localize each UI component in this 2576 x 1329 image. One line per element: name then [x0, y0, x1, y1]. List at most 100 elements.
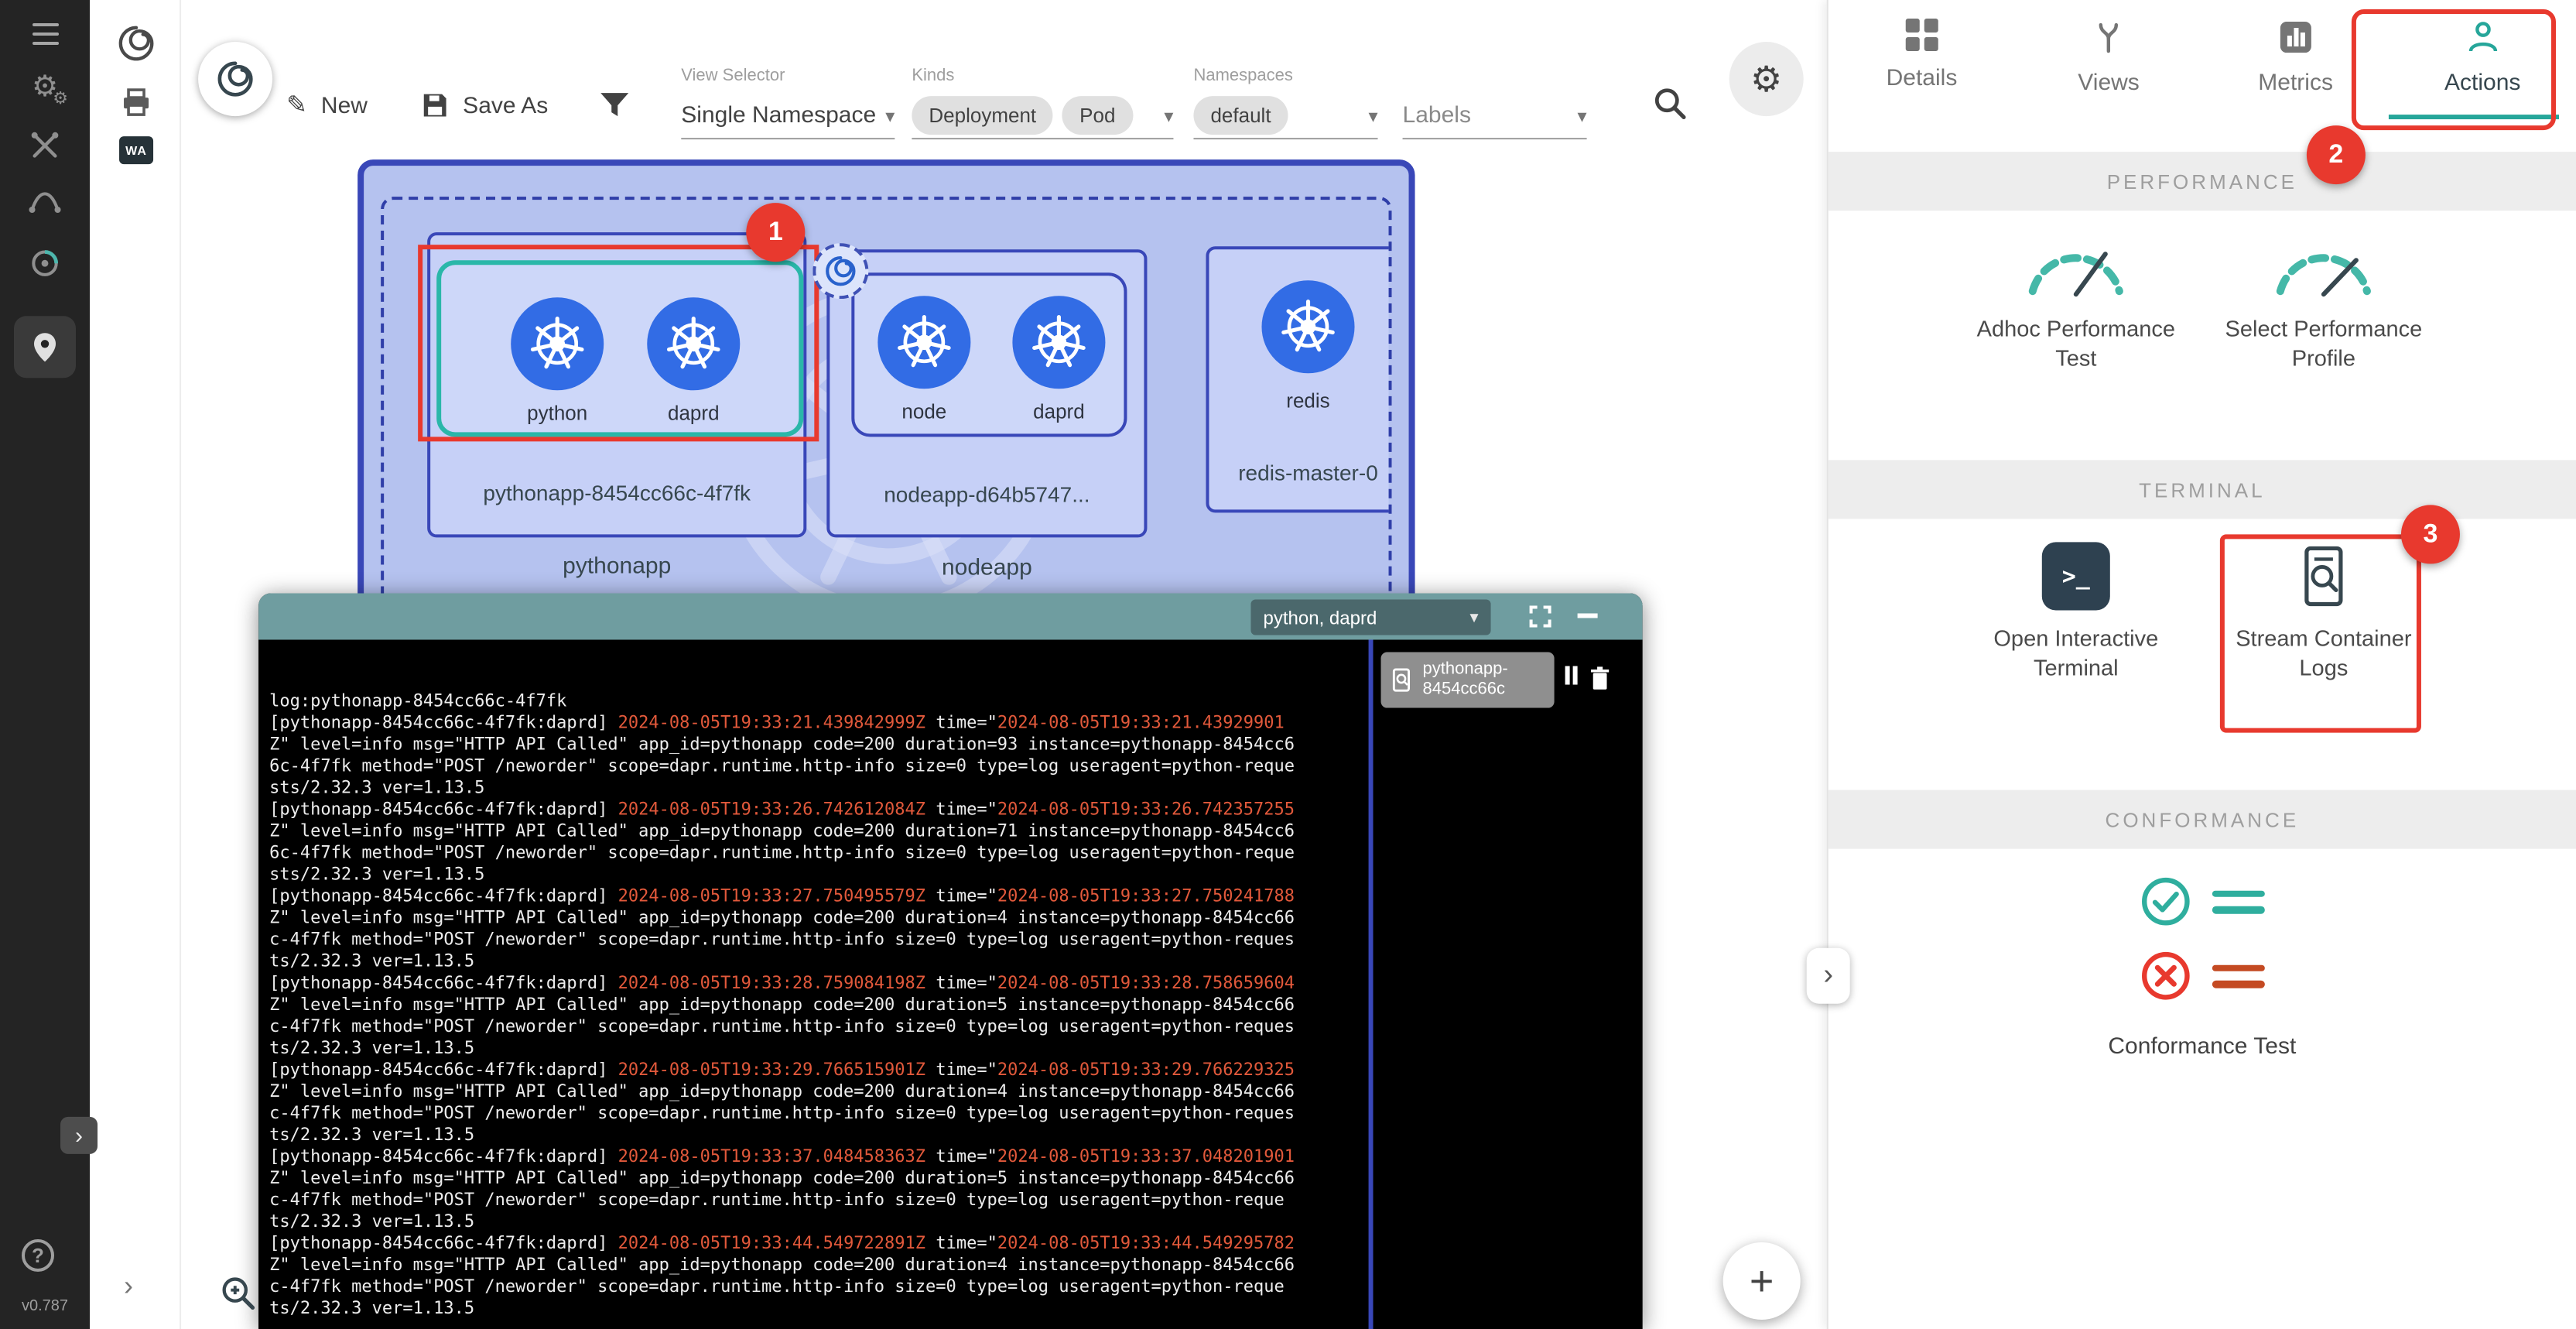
- action-label-line1: Select Performance: [2225, 316, 2423, 345]
- filter-icon[interactable]: [596, 87, 633, 124]
- dapr-spiral-icon[interactable]: [115, 22, 158, 65]
- printer-icon[interactable]: [115, 80, 158, 124]
- view-selector-dropdown[interactable]: Single Namespace ▾: [681, 93, 895, 139]
- select-performance-profile-button[interactable]: Select Performance Profile: [2169, 232, 2479, 375]
- settings-button[interactable]: ⚙: [1729, 42, 1804, 116]
- pod-box-nodeapp[interactable]: node daprd nodeapp-d64b5747...: [826, 249, 1147, 537]
- location-pin-icon[interactable]: [14, 316, 76, 378]
- terminal-log[interactable]: log:pythonapp-8454cc66c-4f7fk[pythonapp-…: [258, 639, 1368, 1329]
- settings-gears-icon[interactable]: ⚙ ⚙: [26, 68, 63, 105]
- log-line: c-4f7fk method="POST /neworder" scope=da…: [269, 930, 1357, 951]
- menu-icon[interactable]: [26, 15, 63, 53]
- gauge-icon: [2019, 232, 2133, 300]
- fullscreen-icon[interactable]: [1528, 604, 1553, 629]
- log-line: c-4f7fk method="POST /neworder" scope=da…: [269, 1016, 1357, 1038]
- log-zoom-icon[interactable]: [1309, 705, 1343, 739]
- action-label-line1: Adhoc Performance: [1977, 316, 2175, 345]
- help-icon[interactable]: ?: [22, 1239, 54, 1272]
- save-as-button[interactable]: Save As: [421, 84, 548, 127]
- view-selector-label: View Selector: [681, 67, 895, 87]
- pod-name: nodeapp-d64b5747...: [830, 481, 1144, 506]
- main-workspace: python daprd pythonapp-8454cc66c-4f7fk p…: [181, 0, 1827, 1329]
- tab-views[interactable]: Views: [2015, 0, 2202, 136]
- log-line: c-4f7fk method="POST /neworder" scope=da…: [269, 1103, 1357, 1125]
- pod-name: pythonapp-8454cc66c-4f7fk: [430, 480, 803, 505]
- action-label-line1: Open Interactive: [1993, 625, 2158, 655]
- kinds-control: Kinds Deployment Pod ▾: [912, 67, 1173, 139]
- save-as-label: Save As: [463, 92, 548, 118]
- log-line: ts/2.32.3 ver=1.13.5: [269, 1211, 1357, 1233]
- kind-chip-deployment[interactable]: Deployment: [912, 96, 1053, 135]
- tab-metrics[interactable]: Metrics: [2202, 0, 2390, 136]
- pod-log-source-chip[interactable]: pythonapp- 8454cc66c: [1381, 653, 1555, 708]
- dapr-sidecar-icon: [812, 243, 868, 299]
- annotation-step-2: 2: [2307, 125, 2366, 184]
- log-terminal-window: python, daprd ▾ log:pythonapp-8454cc66c-…: [258, 593, 1643, 1329]
- labels-control: Labels ▾: [1403, 67, 1587, 139]
- tab-details[interactable]: Details: [1829, 0, 2016, 136]
- branch-icon: [2090, 19, 2127, 56]
- kubernetes-container-icon-redis[interactable]: [1261, 280, 1354, 373]
- kinds-dropdown[interactable]: Deployment Pod ▾: [912, 93, 1173, 139]
- namespaces-control: Namespaces default ▾: [1193, 67, 1377, 139]
- wa-badge[interactable]: WA: [119, 136, 153, 164]
- terminal-title-bar[interactable]: python, daprd ▾: [258, 593, 1643, 639]
- conformance-test-button[interactable]: Conformance Test: [1829, 875, 2576, 1060]
- container-label: redis: [1246, 389, 1370, 412]
- log-line: [pythonapp-8454cc66c-4f7fk:daprd] 2024-0…: [269, 886, 1357, 908]
- conformance-test-label: Conformance Test: [2108, 1033, 2296, 1060]
- kubernetes-container-icon-python[interactable]: [511, 297, 604, 390]
- namespaces-label: Namespaces: [1193, 67, 1377, 87]
- log-line: 6c-4f7fk method="POST /neworder" scope=d…: [269, 843, 1357, 865]
- log-line: c-4f7fk method="POST /neworder" scope=da…: [269, 1190, 1357, 1211]
- chevron-down-icon: ▾: [885, 104, 895, 126]
- container-selector-dropdown[interactable]: python, daprd ▾: [1250, 599, 1490, 635]
- active-tab-indicator: [2389, 115, 2559, 119]
- kubernetes-container-icon-node[interactable]: [877, 296, 970, 389]
- new-button[interactable]: ✎ New: [286, 84, 368, 127]
- zoom-in-icon[interactable]: [218, 1273, 258, 1314]
- annotation-step-3: 3: [2401, 505, 2460, 563]
- namespace-chip-default[interactable]: default: [1193, 96, 1288, 135]
- chevron-down-icon: ▾: [1578, 104, 1587, 126]
- bar-chart-icon: [2277, 19, 2314, 56]
- sidebar-expand-button[interactable]: ›: [60, 1117, 97, 1154]
- panel-collapse-button[interactable]: ›: [1807, 948, 1850, 1004]
- kind-chip-pod[interactable]: Pod: [1062, 96, 1132, 135]
- rail-expand-button[interactable]: ›: [124, 1270, 133, 1303]
- log-line: c-4f7fk method="POST /neworder" scope=da…: [269, 1276, 1357, 1298]
- kubernetes-container-icon-daprd[interactable]: [1012, 296, 1105, 389]
- pause-icon[interactable]: [1565, 666, 1578, 685]
- annotation-step-1: 1: [746, 203, 805, 262]
- view-selector-control: View Selector Single Namespace ▾: [681, 67, 895, 139]
- action-label-line2: Terminal: [1993, 656, 2158, 685]
- chevron-down-icon: ▾: [1164, 104, 1173, 126]
- add-button[interactable]: +: [1723, 1242, 1801, 1320]
- section-header-terminal: TERMINAL: [1829, 460, 2576, 519]
- log-line: ts/2.32.3 ver=1.13.5: [269, 951, 1357, 973]
- terminal-prompt-icon: >_: [2042, 542, 2110, 610]
- container-label: daprd: [997, 399, 1120, 423]
- action-label-line2: Test: [1977, 345, 2175, 375]
- primary-sidebar: ⚙ ⚙ › ? v0.787: [0, 0, 90, 1329]
- mesh-wheel-icon[interactable]: [26, 245, 63, 282]
- namespaces-dropdown[interactable]: default ▾: [1193, 93, 1377, 139]
- dapr-home-button[interactable]: [198, 42, 272, 116]
- labels-dropdown[interactable]: Labels ▾: [1403, 93, 1587, 139]
- log-line: [pythonapp-8454cc66c-4f7fk:daprd] 2024-0…: [269, 713, 1357, 735]
- pod-box-redis[interactable]: redis redis-master-0: [1206, 246, 1391, 512]
- tab-label: Views: [2078, 70, 2140, 96]
- view-selector-value: Single Namespace: [681, 102, 876, 128]
- curve-icon[interactable]: [26, 181, 63, 218]
- gear-icon: ⚙: [1750, 58, 1782, 100]
- labels-placeholder: Labels: [1403, 102, 1471, 128]
- search-icon[interactable]: [1651, 84, 1691, 124]
- tools-icon[interactable]: [26, 127, 63, 164]
- trash-icon[interactable]: [1589, 666, 1612, 691]
- check-circle-icon: [2140, 875, 2192, 928]
- kubernetes-container-icon-daprd[interactable]: [647, 297, 740, 390]
- section-header-conformance: CONFORMANCE: [1829, 790, 2576, 849]
- pod-box-pythonapp[interactable]: python daprd pythonapp-8454cc66c-4f7fk: [427, 232, 806, 537]
- minimize-icon[interactable]: [1578, 613, 1598, 618]
- log-line: log:pythonapp-8454cc66c-4f7fk: [269, 691, 1357, 713]
